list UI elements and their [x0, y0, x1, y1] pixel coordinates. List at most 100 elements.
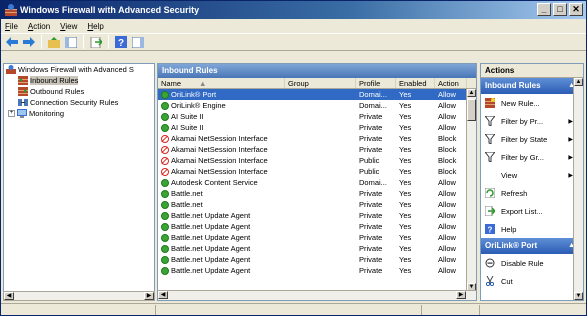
tree-item-outbound-rules[interactable]: Outbound Rules	[4, 86, 154, 97]
column-header-group[interactable]: Group	[285, 78, 356, 88]
rule-row[interactable]: Akamai NetSession Interface Private Yes Blo…	[158, 133, 476, 144]
help-button[interactable]: ?	[114, 35, 128, 49]
rule-action-cell: Allow	[438, 255, 456, 264]
minimize-button[interactable]: _	[537, 3, 551, 16]
tree-item-connection-security-rules[interactable]: Connection Security Rules	[4, 97, 154, 108]
tree-item-inbound-rules[interactable]: Inbound Rules	[4, 75, 154, 86]
forward-arrow-icon	[23, 37, 35, 47]
action-disable-rule[interactable]: Disable Rule	[481, 254, 583, 272]
menu-view[interactable]: View	[60, 22, 77, 31]
allow-rule-icon	[161, 189, 169, 198]
scroll-right-button[interactable]: ▶	[144, 292, 154, 300]
menu-action[interactable]: Action	[28, 22, 50, 31]
action-filter-by-gr[interactable]: Filter by Gr... ▶	[481, 148, 583, 166]
forward-button[interactable]	[22, 35, 36, 49]
rule-row[interactable]: OriLink® Engine Domai... Yes Allow	[158, 100, 476, 111]
expand-icon[interactable]: +	[8, 110, 15, 117]
rule-row[interactable]: Battle.net Update Agent Private Yes Allow	[158, 254, 476, 265]
rule-action-cell: Allow	[438, 266, 456, 275]
rule-name-cell: Akamai NetSession Interface	[158, 133, 285, 144]
rule-row[interactable]: Battle.net Update Agent Private Yes Allow	[158, 210, 476, 221]
scroll-right-button[interactable]: ▶	[456, 291, 466, 299]
action-new-rule[interactable]: New Rule...	[481, 94, 583, 112]
title-bar[interactable]: Windows Firewall with Advanced Security …	[1, 1, 586, 19]
status-divider	[479, 305, 480, 315]
rule-group-cell	[285, 133, 356, 144]
action-refresh[interactable]: Refresh	[481, 184, 583, 202]
rule-enabled-cell: Yes	[399, 145, 412, 154]
new-rule-icon	[485, 98, 495, 108]
action-help[interactable]: ? Help	[481, 220, 583, 238]
rule-row[interactable]: Akamai NetSession Interface Public Yes Bloc…	[158, 155, 476, 166]
scroll-left-button[interactable]: ◀	[4, 292, 14, 300]
action-cut[interactable]: Cut	[481, 272, 583, 290]
tree-horizontal-scrollbar[interactable]: ◀ ▶	[3, 291, 155, 301]
rules-horizontal-scrollbar[interactable]: ◀ ▶	[158, 290, 476, 300]
status-divider	[155, 305, 156, 315]
rule-name: Akamai NetSession Interface	[171, 156, 268, 165]
back-button[interactable]	[5, 35, 19, 49]
rule-row[interactable]: Battle.net Update Agent Private Yes Allow	[158, 221, 476, 232]
rule-row[interactable]: Battle.net Private Yes Allow	[158, 188, 476, 199]
rule-action-cell: Allow	[438, 233, 456, 242]
rule-row[interactable]: AI Suite II Private Yes Allow	[158, 122, 476, 133]
show-hide-action-pane-button[interactable]	[131, 35, 145, 49]
action-label: New Rule...	[501, 98, 540, 108]
actions-vertical-scrollbar[interactable]: ▲ ▼	[573, 78, 583, 300]
rule-row[interactable]: Battle.net Update Agent Private Yes Allow	[158, 265, 476, 276]
rule-row[interactable]: Battle.net Private Yes Allow	[158, 199, 476, 210]
rule-name-cell: Battle.net Update Agent	[158, 232, 285, 243]
action-filter-by-state[interactable]: Filter by State ▶	[481, 130, 583, 148]
scroll-up-button[interactable]: ▲	[467, 89, 476, 97]
rule-row[interactable]: Battle.net Update Agent Private Yes Allow	[158, 232, 476, 243]
rule-name-cell: OriLink® Engine	[158, 100, 285, 111]
block-rule-icon	[161, 145, 169, 154]
rule-row[interactable]: Battle.net Update Agent Private Yes Allow	[158, 243, 476, 254]
scroll-up-button[interactable]: ▲	[574, 78, 583, 86]
help-icon: ?	[115, 36, 127, 48]
close-button[interactable]: ✕	[569, 3, 583, 16]
rule-row[interactable]: Akamai NetSession Interface Private Yes Blo…	[158, 144, 476, 155]
actions-section-inbound-rules[interactable]: Inbound Rules ▲	[481, 78, 583, 94]
action-filter-by-pr[interactable]: Filter by Pr... ▶	[481, 112, 583, 130]
column-header-profile[interactable]: Profile	[356, 78, 396, 88]
show-hide-tree-button[interactable]	[64, 35, 78, 49]
maximize-button[interactable]: □	[553, 3, 567, 16]
up-level-button[interactable]	[47, 35, 61, 49]
action-export-list[interactable]: Export List...	[481, 202, 583, 220]
export-list-button[interactable]	[89, 35, 103, 49]
tree-root-label: Windows Firewall with Advanced S	[18, 65, 134, 74]
tree-root[interactable]: Windows Firewall with Advanced S	[4, 64, 154, 75]
actions-section-selected-rule[interactable]: OriLink® Port ▲	[481, 238, 583, 254]
rule-row[interactable]: AI Suite II Private Yes Allow	[158, 111, 476, 122]
rules-pane-header: Inbound Rules	[158, 64, 476, 78]
tree-item-monitoring[interactable]: + Monitoring	[4, 108, 154, 119]
rule-row[interactable]: Akamai NetSession Interface Public Yes Bloc…	[158, 166, 476, 177]
rule-name: Battle.net	[171, 200, 203, 209]
menu-file[interactable]: File	[5, 22, 18, 31]
action-pane-icon	[132, 36, 144, 48]
column-header-enabled[interactable]: Enabled	[396, 78, 435, 88]
action-view[interactable]: View ▶	[481, 166, 583, 184]
rules-vertical-scrollbar[interactable]: ▲ ▼	[466, 89, 476, 291]
rule-row[interactable]: Autodesk Content Service Domai... Yes Allow	[158, 177, 476, 188]
scroll-left-button[interactable]: ◀	[158, 291, 168, 299]
column-header-action[interactable]: Action	[435, 78, 467, 88]
grid-header: Name ▲ Group Profile Enabled Action	[158, 78, 476, 89]
actions-title: Actions	[481, 64, 583, 78]
allow-rule-icon	[161, 244, 169, 253]
scroll-down-button[interactable]: ▼	[574, 292, 583, 300]
action-label: Filter by Gr...	[501, 152, 544, 162]
rule-row[interactable]: OriLink® Port Domai... Yes Allow	[158, 89, 476, 100]
rule-enabled-cell: Yes	[399, 189, 412, 198]
menu-help[interactable]: Help	[87, 22, 103, 31]
tree-item-label: Outbound Rules	[30, 87, 85, 96]
column-header-name[interactable]: Name ▲	[158, 78, 285, 88]
rule-enabled-cell: Yes	[399, 112, 412, 121]
tree-item-label: Connection Security Rules	[30, 98, 119, 107]
rule-name-cell: Akamai NetSession Interface	[158, 166, 285, 177]
scroll-thumb[interactable]	[467, 99, 476, 121]
rule-profile-cell: Private	[359, 266, 383, 275]
rule-name-cell: Battle.net Update Agent	[158, 210, 285, 221]
rule-profile-cell: Private	[359, 200, 383, 209]
